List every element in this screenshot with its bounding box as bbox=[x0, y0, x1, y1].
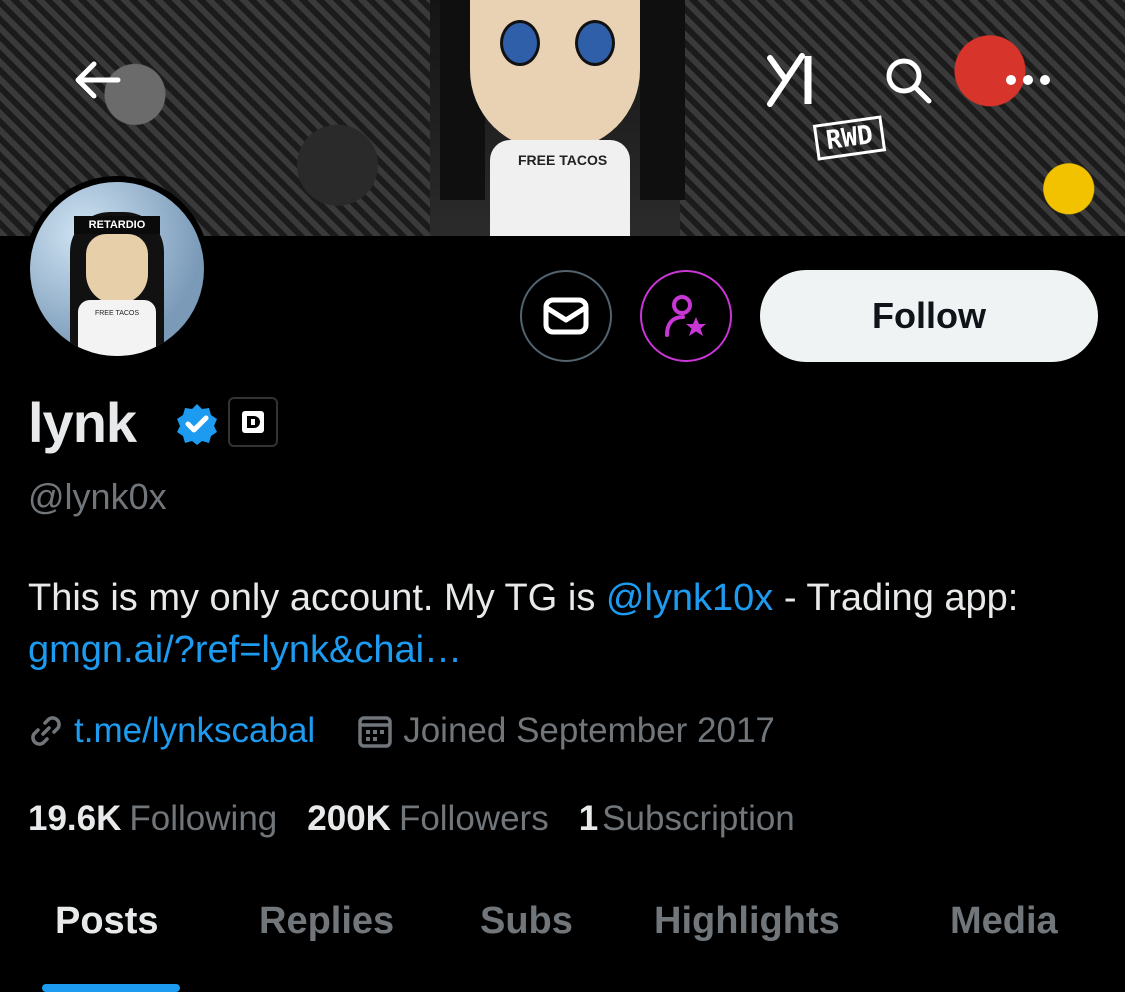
followers-count: 200K bbox=[307, 799, 391, 838]
avatar[interactable]: RETARDIO FREE TACOS bbox=[24, 176, 210, 362]
search-icon bbox=[886, 58, 932, 104]
banner-shirt: FREE TACOS bbox=[490, 140, 630, 236]
profile-stats: 19.6K Following 200K Followers 1 Subscri… bbox=[28, 796, 825, 842]
subscriptions-count: 1 bbox=[578, 799, 599, 838]
tab-media[interactable]: Media bbox=[950, 900, 1058, 943]
tab-subs[interactable]: Subs bbox=[480, 900, 573, 943]
tab-replies[interactable]: Replies bbox=[259, 900, 394, 943]
verified-badge-icon[interactable] bbox=[175, 402, 219, 446]
affiliate-logo-icon bbox=[242, 411, 264, 433]
calendar-icon bbox=[358, 716, 392, 748]
user-handle: @lynk0x bbox=[28, 476, 167, 517]
bio-text-2: - Trading app: bbox=[773, 577, 1019, 619]
message-button[interactable] bbox=[520, 270, 612, 362]
more-horizontal-icon bbox=[1006, 75, 1050, 85]
banner-shirt-text: FREE TACOS bbox=[518, 152, 608, 168]
avatar-shirt-text: FREE TACOS bbox=[78, 300, 156, 356]
more-options-button[interactable] bbox=[996, 48, 1060, 112]
subscriptions-stat[interactable]: 1 Subscription bbox=[579, 799, 795, 839]
banner-eye-right bbox=[575, 20, 615, 66]
website-item[interactable]: t.me/lynkscabal bbox=[28, 711, 315, 751]
back-button[interactable] bbox=[66, 48, 130, 112]
profile-meta: t.me/lynkscabal Joined September 2017 bbox=[28, 708, 775, 754]
avatar-headband-text: RETARDIO bbox=[74, 216, 160, 234]
grok-button[interactable] bbox=[758, 48, 822, 112]
subscriptions-label: Subscription bbox=[602, 799, 795, 838]
profile-bio: This is my only account. My TG is @lynk1… bbox=[28, 572, 1098, 676]
subscribe-button[interactable] bbox=[640, 270, 732, 362]
joined-date: Joined September 2017 bbox=[403, 711, 775, 750]
tab-posts[interactable]: Posts bbox=[55, 900, 158, 943]
grok-icon bbox=[767, 53, 812, 107]
website-link[interactable]: t.me/lynkscabal bbox=[74, 711, 315, 751]
affiliate-badge[interactable] bbox=[228, 397, 278, 447]
user-star-icon bbox=[665, 295, 706, 337]
follow-button[interactable]: Follow bbox=[760, 270, 1098, 362]
active-tab-indicator bbox=[42, 984, 180, 992]
avatar-image: RETARDIO FREE TACOS bbox=[30, 182, 204, 356]
link-icon bbox=[31, 716, 61, 746]
following-stat[interactable]: 19.6K Following bbox=[28, 799, 277, 839]
followers-stat[interactable]: 200K Followers bbox=[307, 799, 548, 839]
followers-label: Followers bbox=[398, 799, 549, 838]
bio-mention-link[interactable]: @lynk10x bbox=[606, 577, 773, 619]
following-count: 19.6K bbox=[28, 799, 122, 838]
banner-hair-right bbox=[640, 0, 685, 200]
banner-rwd-text: RWD bbox=[812, 115, 887, 161]
envelope-icon bbox=[543, 297, 589, 335]
profile-tabs: Posts Replies Subs Highlights Media bbox=[0, 880, 1125, 992]
joined-item: Joined September 2017 bbox=[357, 711, 775, 751]
avatar-face bbox=[86, 234, 148, 304]
tab-highlights[interactable]: Highlights bbox=[654, 900, 840, 943]
bio-text-1: This is my only account. My TG is bbox=[28, 577, 606, 619]
banner-face bbox=[470, 0, 640, 150]
display-name: lynk bbox=[28, 391, 137, 454]
banner-eye-left bbox=[500, 20, 540, 66]
search-button[interactable] bbox=[876, 48, 940, 112]
following-label: Following bbox=[129, 799, 278, 838]
bio-url-link[interactable]: gmgn.ai/?ref=lynk&chai… bbox=[28, 629, 462, 671]
arrow-left-icon bbox=[75, 61, 121, 99]
